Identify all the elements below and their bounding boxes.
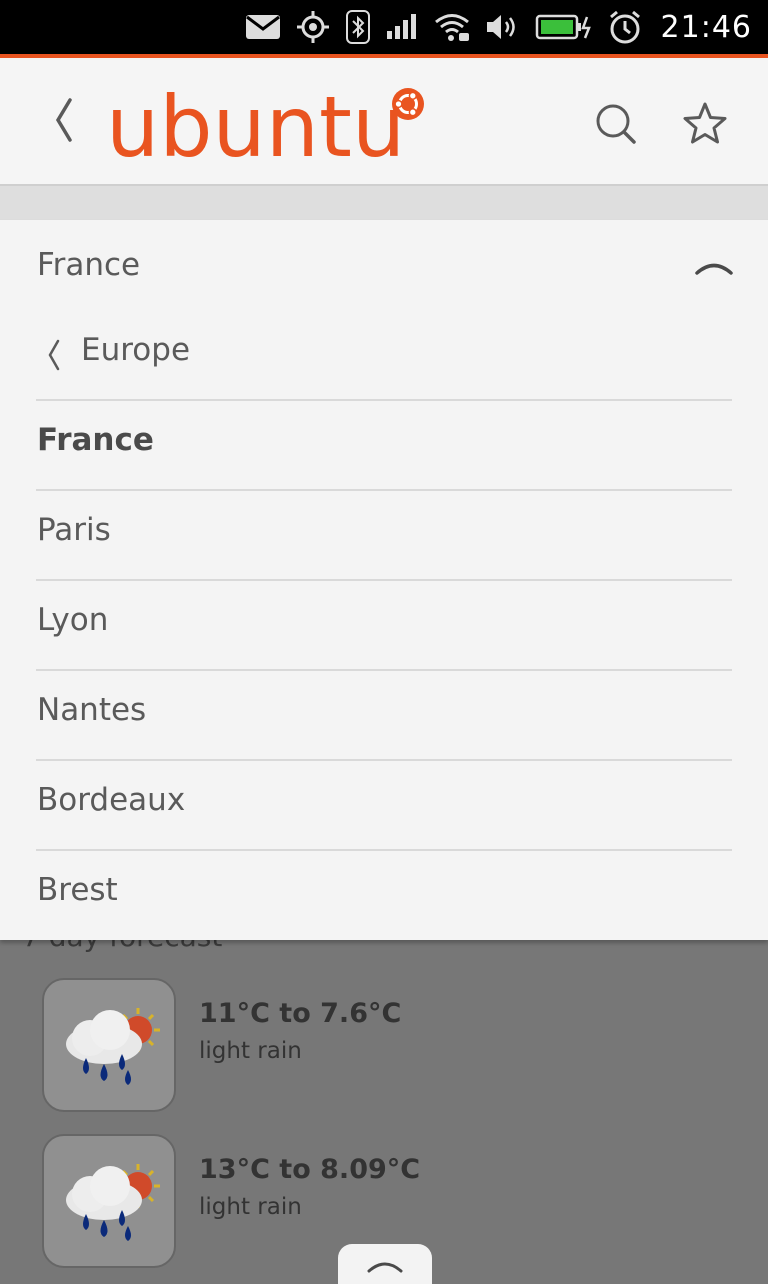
scope-header: ubuntu [0, 58, 768, 186]
bottom-edge-handle[interactable] [338, 1244, 432, 1284]
chevron-left-icon [48, 339, 60, 371]
department-header[interactable]: France [0, 220, 768, 312]
department-item[interactable]: Brest [36, 850, 732, 939]
star-icon[interactable] [682, 100, 728, 146]
department-item[interactable]: Lyon [36, 580, 732, 671]
department-selected-label: France [37, 422, 154, 458]
signal-icon [386, 14, 416, 39]
chevron-up-icon[interactable] [694, 255, 734, 277]
department-back-label: Europe [81, 332, 191, 368]
mail-icon [245, 15, 280, 39]
department-panel: France Europe France Paris Lyon Nantes B… [0, 220, 768, 940]
header-divider-band [0, 186, 768, 220]
battery-icon [535, 14, 591, 40]
forecast-desc: light rain [199, 1038, 302, 1064]
department-item-label: Bordeaux [37, 782, 186, 818]
location-icon [296, 11, 329, 43]
bluetooth-icon [345, 10, 370, 44]
forecast-temp: 13°C to 8.09°C [199, 1154, 421, 1185]
department-item-label: Paris [37, 512, 111, 548]
department-item[interactable]: Bordeaux [36, 760, 732, 851]
department-selected-item[interactable]: France [36, 400, 732, 491]
volume-icon [486, 15, 515, 39]
department-item[interactable]: Nantes [36, 670, 732, 761]
current-department-label: France [37, 247, 141, 283]
department-item-label: Brest [37, 872, 118, 908]
department-item-label: Nantes [37, 692, 147, 728]
forecast-section-title: 7 day forecast [22, 940, 222, 953]
back-icon[interactable] [48, 96, 78, 144]
forecast-temp: 11°C to 7.6°C [199, 998, 402, 1029]
ubuntu-logo: ubuntu [106, 78, 424, 173]
department-back-item[interactable]: Europe [36, 310, 732, 401]
forecast-desc: light rain [199, 1194, 302, 1220]
alarm-icon [609, 10, 640, 44]
weather-icon [42, 1134, 176, 1268]
status-time: 21:46 [660, 9, 752, 45]
forecast-item[interactable]: 11°C to 7.6°C light rain [42, 978, 742, 1114]
weather-icon [42, 978, 176, 1112]
svg-text:ubuntu: ubuntu [106, 78, 405, 173]
search-icon[interactable] [594, 102, 638, 146]
wifi-icon [434, 14, 469, 41]
chevron-up-icon [367, 1262, 403, 1273]
department-item[interactable]: Paris [36, 490, 732, 581]
department-item-label: Lyon [37, 602, 109, 638]
status-bar: 21:46 [0, 0, 768, 58]
dimmed-content: 7 day forecast 11°C to 7.6°C light rain [0, 940, 768, 1280]
